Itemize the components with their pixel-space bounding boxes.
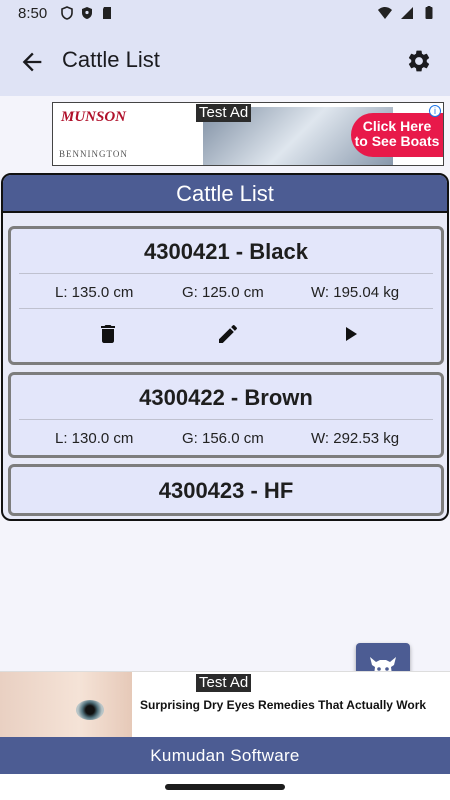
cattle-weight: W: 195.04 kg <box>311 284 400 301</box>
home-gesture-pill[interactable] <box>165 784 285 790</box>
status-bar: 8:50 <box>0 0 450 28</box>
ad-cta-line2: to See Boats <box>354 133 440 149</box>
cattle-list-panel: Cattle List 4300421 - Black L: 135.0 cm … <box>1 173 449 521</box>
panel-title: Cattle List <box>3 175 447 213</box>
cattle-name: 4300423 - HF <box>158 478 294 503</box>
pencil-icon[interactable] <box>216 322 240 346</box>
bottom-test-ad-label: Test Ad <box>196 674 252 692</box>
app-bar: Cattle List <box>0 28 450 96</box>
cattle-girth: G: 156.0 cm <box>182 430 264 447</box>
cattle-weight: W: 292.53 kg <box>311 430 400 447</box>
ad-brand-sub: BENNINGTON <box>59 149 128 159</box>
battery-icon <box>425 6 433 19</box>
cattle-length: L: 135.0 cm <box>55 284 134 301</box>
ad-eye-image <box>0 672 132 737</box>
play-icon[interactable] <box>338 322 362 346</box>
system-nav-bar <box>0 774 450 800</box>
cattle-card[interactable]: 4300423 - HF <box>8 464 444 516</box>
status-time: 8:50 <box>18 5 48 22</box>
divider <box>19 308 433 309</box>
ad-info-icon[interactable]: i <box>429 105 441 117</box>
top-test-ad-label: Test Ad <box>196 104 252 122</box>
vpn-shield-icon <box>82 7 92 19</box>
cattle-card[interactable]: 4300421 - Black L: 135.0 cm G: 125.0 cm … <box>8 226 444 365</box>
ad-brand-logo: MUNSON <box>61 109 127 125</box>
trash-icon[interactable] <box>96 322 120 346</box>
wifi-icon <box>378 7 392 19</box>
page-title: Cattle List <box>62 47 160 72</box>
cattle-girth: G: 125.0 cm <box>182 284 264 301</box>
cattle-length: L: 130.0 cm <box>55 430 134 447</box>
cattle-card[interactable]: 4300422 - Brown L: 130.0 cm G: 156.0 cm … <box>8 372 444 458</box>
ad-cta-line1: Click Here <box>362 118 432 134</box>
divider <box>19 273 433 274</box>
ad-headline: Surprising Dry Eyes Remedies That Actual… <box>140 698 427 712</box>
sd-card-icon <box>103 7 111 19</box>
divider <box>19 419 433 420</box>
arrow-back-icon[interactable] <box>18 48 46 76</box>
shield-icon <box>61 6 73 20</box>
gear-icon[interactable] <box>406 48 432 74</box>
footer: Kumudan Software <box>0 737 450 774</box>
cattle-name: 4300422 - Brown <box>139 385 313 410</box>
signal-icon <box>401 7 413 19</box>
cattle-name: 4300421 - Black <box>144 239 308 264</box>
ad-cta-button[interactable]: Click Here to See Boats <box>351 113 443 157</box>
